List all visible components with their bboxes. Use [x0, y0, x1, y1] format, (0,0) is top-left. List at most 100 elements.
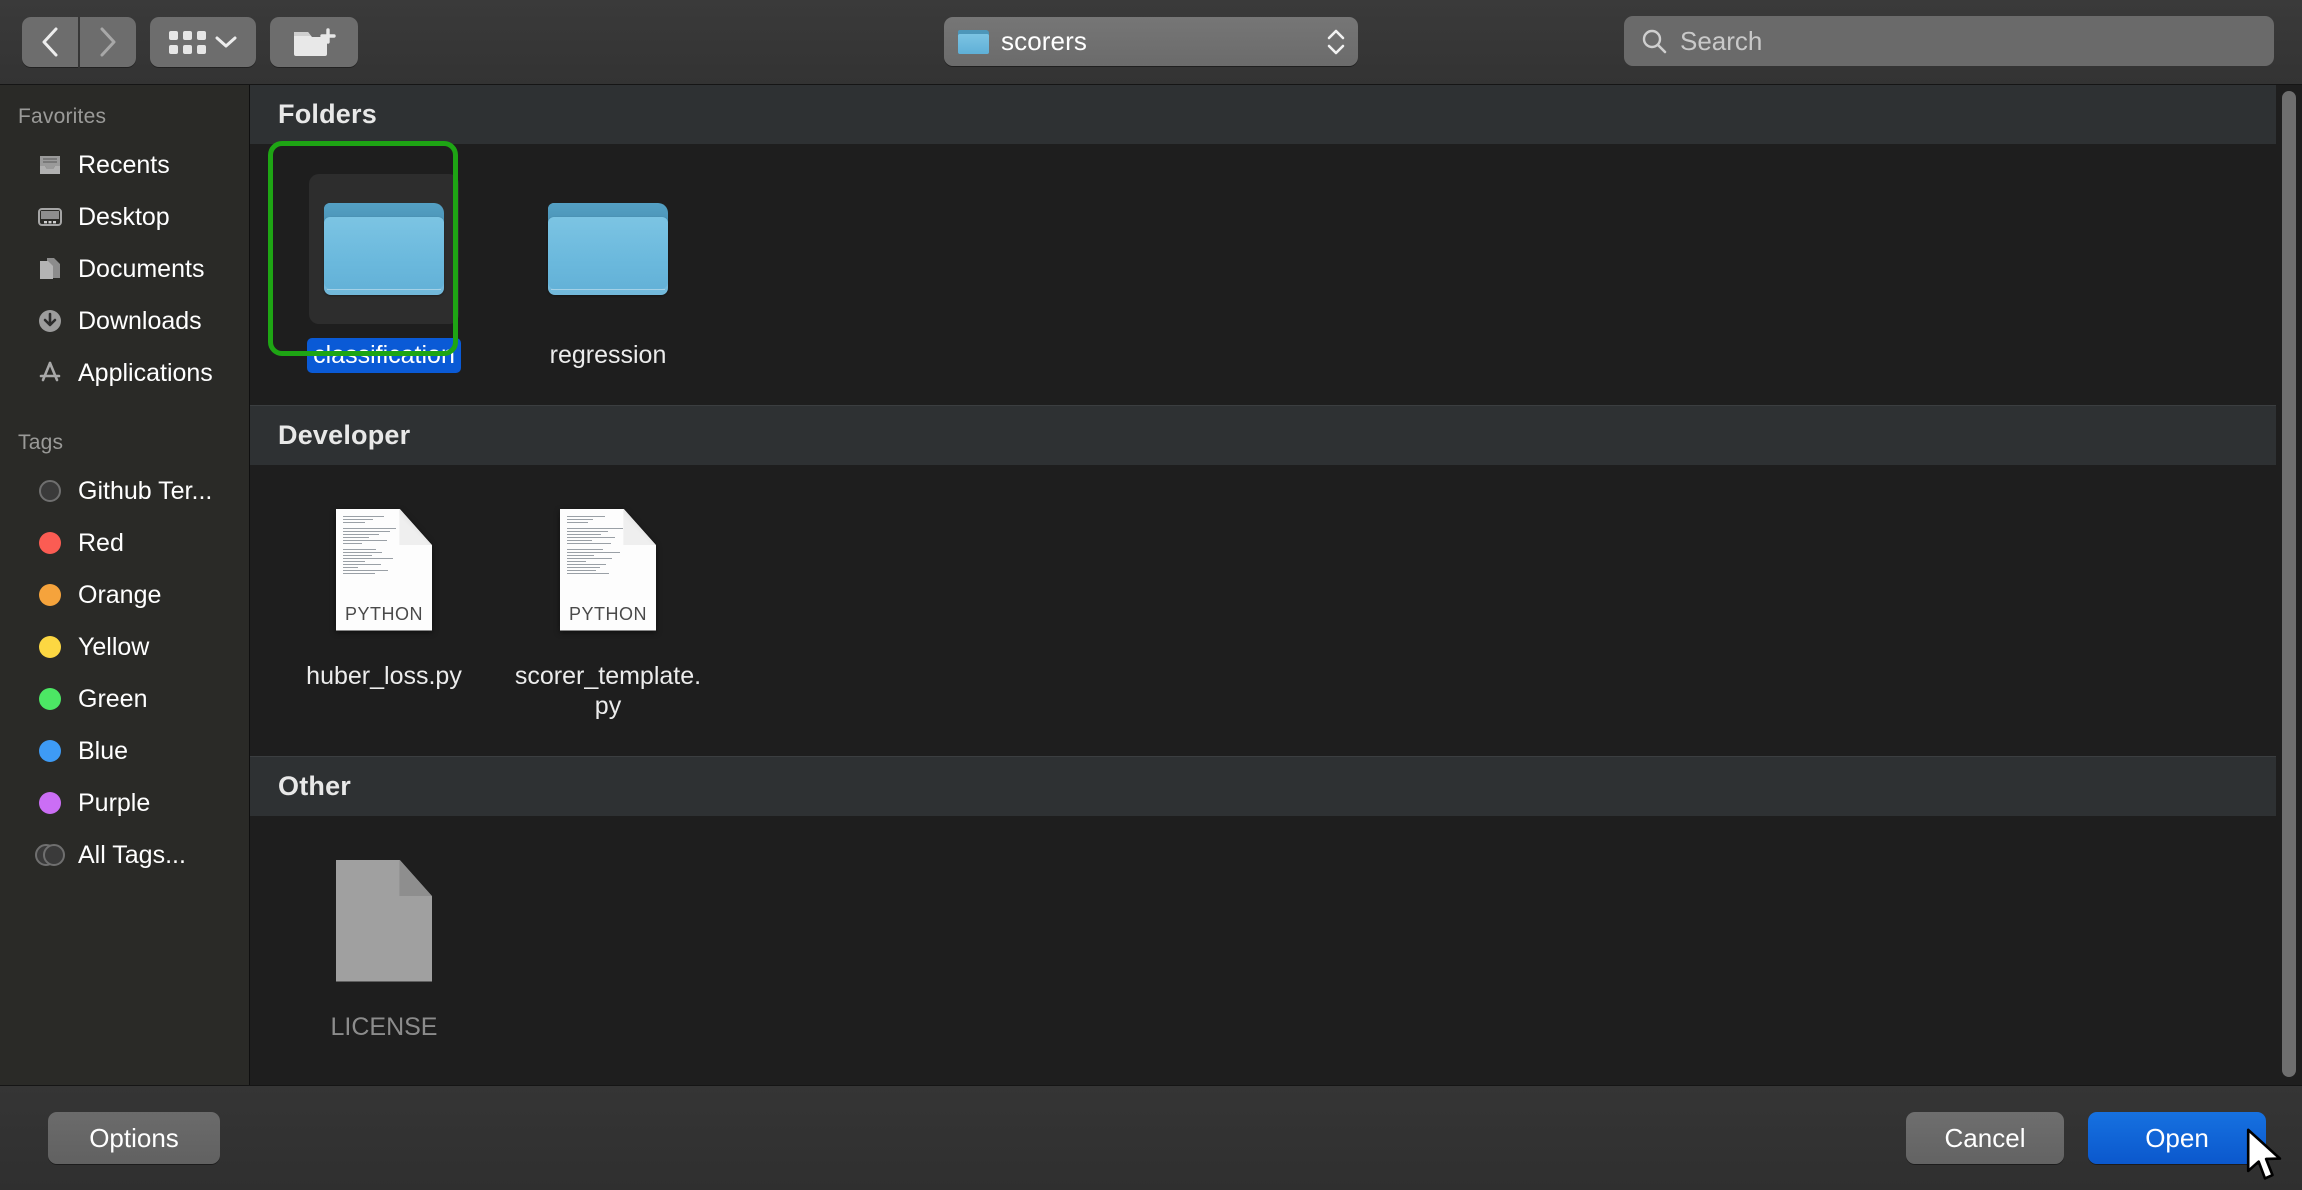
- item-thumbnail: PYTHON: [533, 495, 683, 645]
- chevron-down-icon: [215, 36, 237, 48]
- section-grid-folders: classification regression: [250, 144, 2302, 405]
- tag-dot-green-icon: [36, 685, 64, 713]
- sidebar-tag-red[interactable]: Red: [0, 517, 249, 569]
- scrollbar-thumb[interactable]: [2282, 91, 2296, 1077]
- path-popup-wrapper: scorers: [944, 17, 1358, 66]
- sidebar-item-label: All Tags...: [78, 840, 186, 869]
- item-label: regression: [549, 341, 667, 369]
- sidebar-item-downloads[interactable]: Downloads: [0, 295, 249, 347]
- sidebar-item-label: Documents: [78, 254, 205, 283]
- view-mode-button[interactable]: [150, 17, 256, 67]
- sidebar-item-label: Purple: [78, 788, 151, 817]
- dialog-footer: Options Cancel Open: [0, 1085, 2302, 1190]
- forward-button[interactable]: [80, 17, 136, 67]
- sidebar-tag-green[interactable]: Green: [0, 673, 249, 725]
- recents-icon: [36, 151, 64, 179]
- path-popup-button[interactable]: scorers: [944, 17, 1358, 66]
- section-grid-other: LICENSE: [250, 816, 2302, 1077]
- sidebar-item-recents[interactable]: Recents: [0, 139, 249, 191]
- sidebar-item-desktop[interactable]: Desktop: [0, 191, 249, 243]
- python-file-icon: PYTHON: [560, 508, 656, 631]
- new-folder-button[interactable]: [270, 17, 358, 67]
- folder-icon: [548, 203, 668, 295]
- file-item-regression[interactable]: regression: [496, 166, 720, 387]
- tag-dot-gray-icon: [36, 477, 64, 505]
- file-item-huber-loss-py[interactable]: PYTHON huber_loss.py: [272, 487, 496, 738]
- cancel-button[interactable]: Cancel: [1906, 1112, 2064, 1164]
- sidebar-tag-orange[interactable]: Orange: [0, 569, 249, 621]
- sidebar-tag-all-tags[interactable]: All Tags...: [0, 829, 249, 881]
- sidebar: Favorites Recents Desktop Documents Down…: [0, 85, 250, 1085]
- toolbar: scorers Search: [0, 0, 2302, 85]
- applications-icon: [36, 359, 64, 387]
- item-thumbnail: [309, 174, 459, 324]
- sidebar-item-label: Downloads: [78, 306, 202, 335]
- options-button[interactable]: Options: [48, 1112, 220, 1164]
- item-label: LICENSE: [330, 1012, 438, 1041]
- item-thumbnail: PYTHON: [309, 495, 459, 645]
- sidebar-tag-github-terminal[interactable]: Github Ter...: [0, 465, 249, 517]
- chevron-right-icon: [100, 27, 116, 57]
- back-button[interactable]: [22, 17, 78, 67]
- documents-icon: [36, 255, 64, 283]
- chevron-left-icon: [42, 27, 58, 57]
- file-kind-label: PYTHON: [568, 603, 647, 624]
- tag-dot-orange-icon: [36, 581, 64, 609]
- sidebar-item-label: Red: [78, 528, 124, 557]
- file-kind-label: PYTHON: [344, 603, 423, 624]
- sidebar-section-favorites: Favorites: [18, 105, 107, 128]
- search-wrapper: Search: [1624, 16, 2274, 66]
- tag-dot-red-icon: [36, 529, 64, 557]
- grid-view-icon: [169, 30, 206, 54]
- sidebar-item-label: Orange: [78, 580, 162, 609]
- item-thumbnail: [309, 846, 459, 996]
- file-item-classification[interactable]: classification: [272, 166, 496, 387]
- file-browser-scroll-area: Folders classification regression Develo…: [250, 85, 2302, 1085]
- sidebar-item-applications[interactable]: Applications: [0, 347, 249, 399]
- python-file-icon: PYTHON: [336, 508, 432, 631]
- search-placeholder: Search: [1680, 25, 1763, 56]
- file-open-dialog: scorers Search Favorites Recents Desktop…: [0, 0, 2302, 1190]
- open-button[interactable]: Open: [2088, 1112, 2266, 1164]
- navigation-segmented-control: [22, 17, 136, 67]
- item-label: classification: [307, 338, 461, 373]
- dialog-body: Favorites Recents Desktop Documents Down…: [0, 85, 2302, 1085]
- search-icon: [1642, 29, 1667, 54]
- desktop-icon: [36, 203, 64, 231]
- all-tags-icon: [35, 841, 65, 869]
- search-input[interactable]: Search: [1624, 16, 2274, 66]
- section-grid-developer: PYTHON huber_loss.py PYTHON scorer_templ…: [250, 465, 2302, 756]
- footer-actions: Cancel Open: [1906, 1112, 2266, 1164]
- vertical-scrollbar[interactable]: [2276, 85, 2302, 1085]
- item-label: huber_loss.py: [306, 661, 462, 690]
- stepper-icon: [1326, 29, 1346, 55]
- sidebar-tag-yellow[interactable]: Yellow: [0, 621, 249, 673]
- item-thumbnail: [533, 174, 683, 324]
- toolbar-left-controls: [0, 17, 358, 67]
- sidebar-item-label: Desktop: [78, 202, 170, 231]
- folder-icon: [324, 203, 444, 295]
- sidebar-item-label: Recents: [78, 150, 170, 179]
- section-header-developer: Developer: [250, 404, 2302, 465]
- sidebar-tag-purple[interactable]: Purple: [0, 777, 249, 829]
- sidebar-section-tags: Tags: [18, 431, 64, 454]
- sidebar-item-documents[interactable]: Documents: [0, 243, 249, 295]
- sidebar-item-label: Green: [78, 684, 148, 713]
- downloads-icon: [36, 307, 64, 335]
- current-folder-label: scorers: [1001, 26, 1087, 56]
- new-folder-icon: [294, 28, 336, 56]
- tag-dot-purple-icon: [36, 789, 64, 817]
- sidebar-item-label: Applications: [78, 358, 213, 387]
- sidebar-tag-blue[interactable]: Blue: [0, 725, 249, 777]
- section-header-other: Other: [250, 755, 2302, 816]
- tag-dot-yellow-icon: [36, 633, 64, 661]
- file-browser: Folders classification regression Develo…: [250, 85, 2302, 1085]
- sidebar-item-label: Blue: [78, 736, 129, 765]
- folder-icon: [958, 29, 989, 54]
- sidebar-item-label: Github Ter...: [78, 476, 213, 505]
- file-item-scorer-template-py[interactable]: PYTHON scorer_template.py: [496, 487, 720, 738]
- tag-dot-blue-icon: [36, 737, 64, 765]
- generic-file-icon: [336, 859, 432, 982]
- sidebar-item-label: Yellow: [78, 632, 150, 661]
